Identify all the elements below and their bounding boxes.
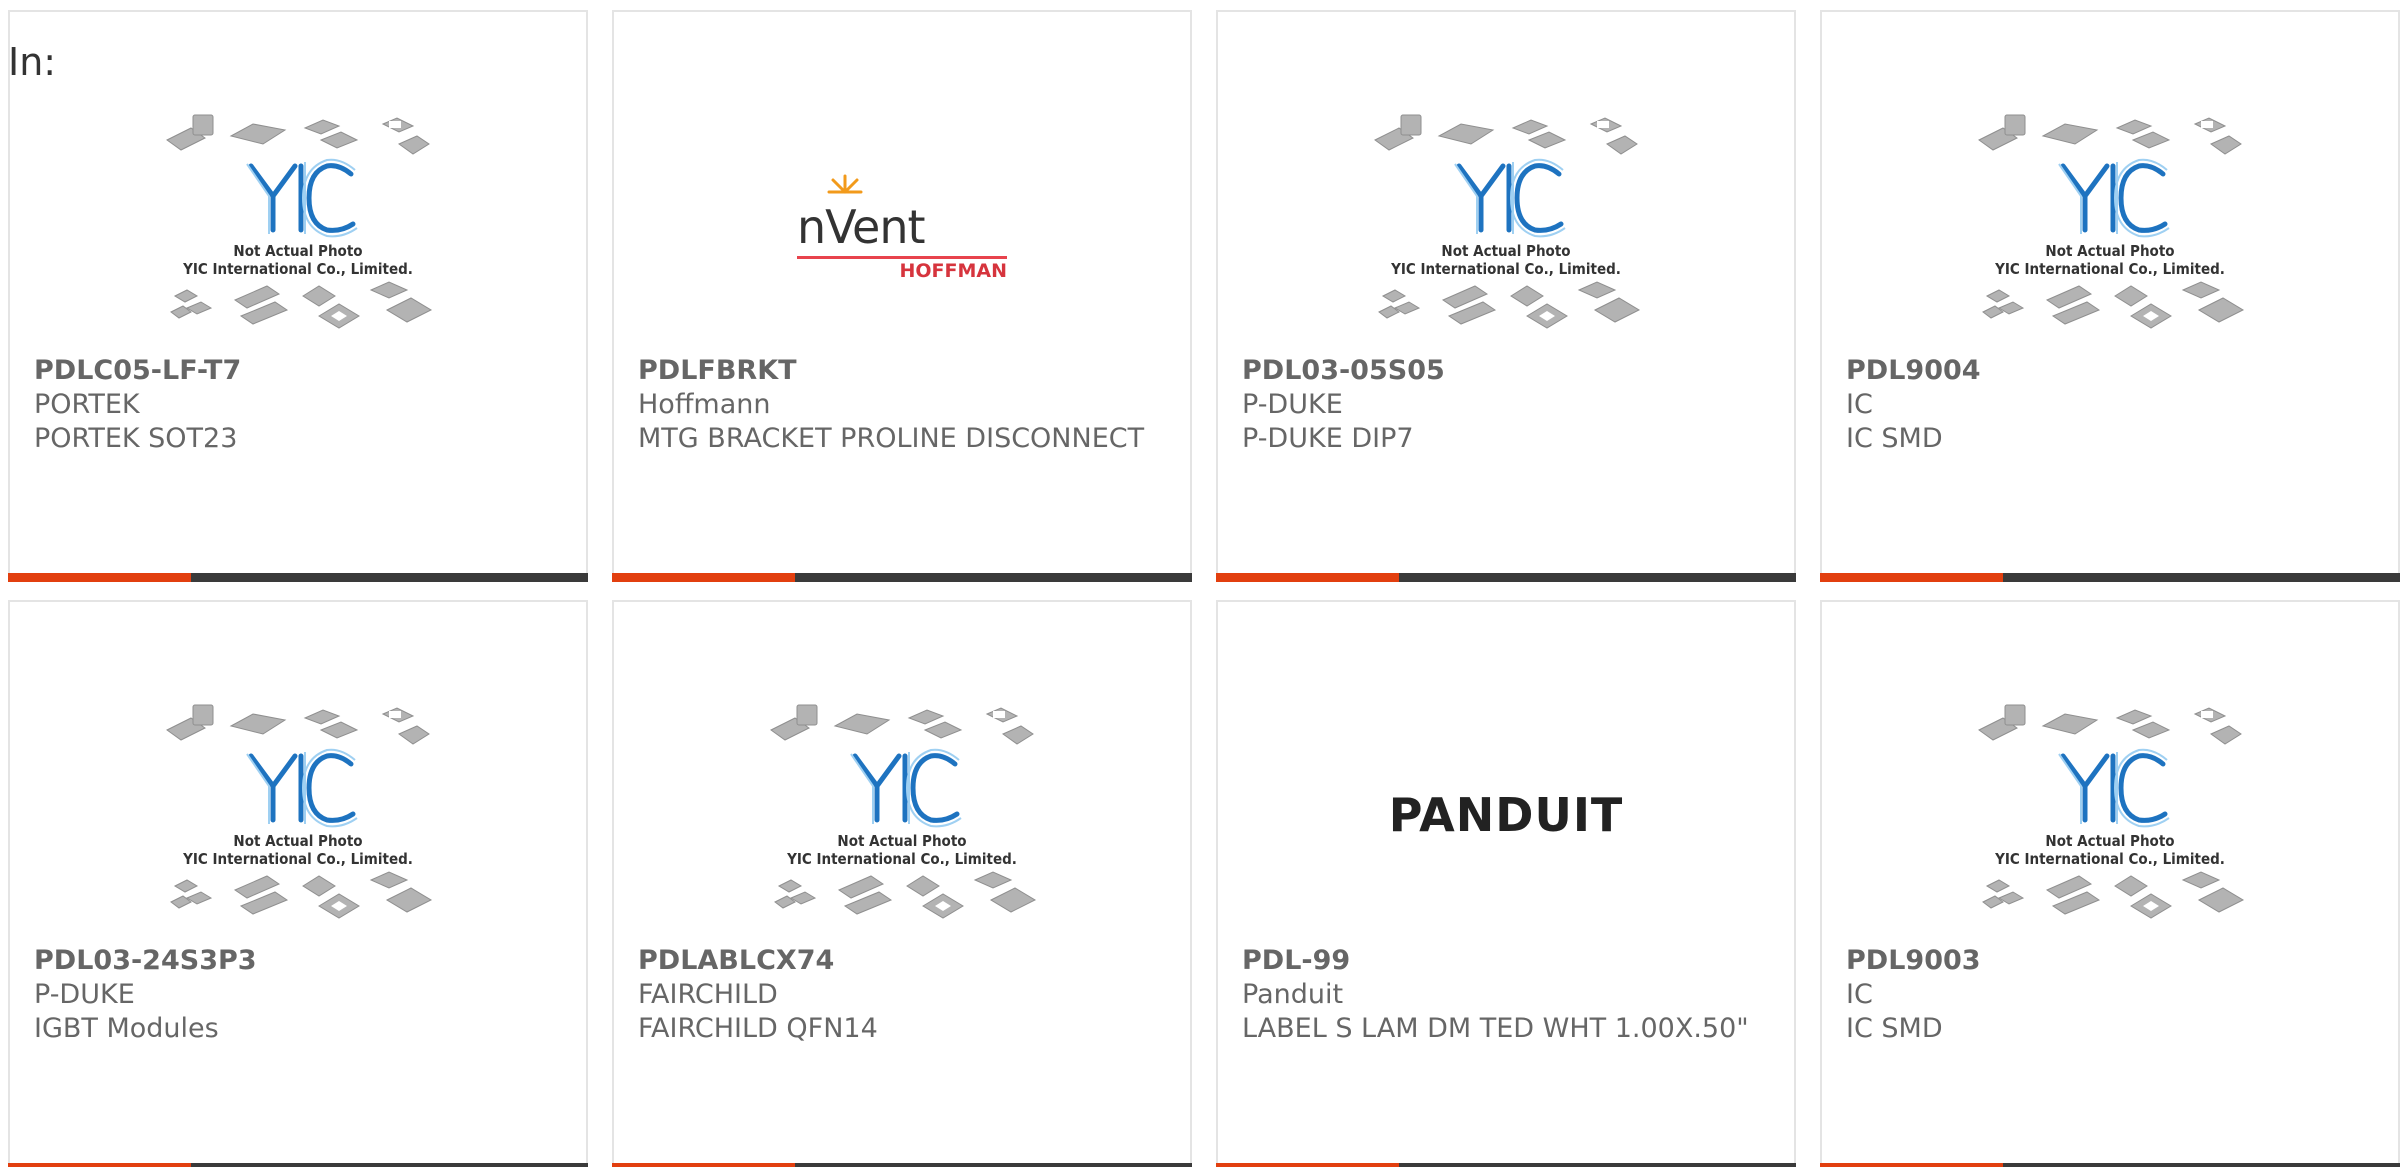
card-bottom-bar [1216, 1163, 1796, 1167]
manufacturer: P-DUKE [34, 979, 135, 1010]
manufacturer: P-DUKE [1242, 389, 1343, 420]
product-info: PDL9004 IC IC SMD [1846, 354, 2378, 456]
part-number[interactable]: PDL03-24S3P3 [34, 944, 566, 978]
placeholder-line2: YIC International Co., Limited. [1995, 850, 2225, 868]
description: IGBT Modules [34, 1013, 219, 1044]
placeholder-line2: YIC International Co., Limited. [183, 850, 413, 868]
manufacturer: IC [1846, 979, 1873, 1010]
placeholder-line2: YIC International Co., Limited. [1391, 260, 1621, 278]
yic-placeholder-image: Not Actual Photo YIC International Co., … [163, 100, 433, 350]
product-image[interactable]: Not Actual Photo YIC International Co., … [1822, 100, 2398, 350]
in-label: In: [8, 40, 57, 84]
product-info: PDLFBRKT Hoffmann MTG BRACKET PROLINE DISC… [638, 354, 1170, 456]
card-accent-bar [612, 573, 795, 582]
card-bottom-bar [8, 1163, 588, 1167]
placeholder-line1: Not Actual Photo [233, 242, 363, 260]
part-number[interactable]: PDLFBRKT [638, 354, 1170, 388]
card-accent-bar [1216, 1163, 1399, 1167]
hoffman-wordmark: HOFFMAN [899, 260, 1007, 282]
yic-placeholder-image: Not Actual Photo YIC International Co., … [767, 690, 1037, 940]
product-info: PDL-99 Panduit LABEL S LAM DM TED WHT 1.00… [1242, 944, 1774, 1046]
product-card[interactable]: Not Actual Photo YIC International Co., … [8, 10, 588, 582]
placeholder-line1: Not Actual Photo [2045, 242, 2175, 260]
description: FAIRCHILD QFN14 [638, 1013, 878, 1044]
nvent-hoffman-logo: nVent HOFFMAN [797, 170, 1007, 282]
yic-placeholder-image: Not Actual Photo YIC International Co., … [1975, 690, 2245, 940]
product-info: PDL03-24S3P3 P-DUKE IGBT Modules [34, 944, 566, 1046]
card-accent-bar [612, 1163, 795, 1167]
manufacturer: FAIRCHILD [638, 979, 778, 1010]
card-bottom-bar [8, 573, 588, 582]
placeholder-line2: YIC International Co., Limited. [787, 850, 1017, 868]
description: IC SMD [1846, 423, 1943, 454]
product-image[interactable]: Not Actual Photo YIC International Co., … [1822, 690, 2398, 940]
card-bottom-bar [612, 1163, 1192, 1167]
manufacturer: PORTEK [34, 389, 140, 420]
card-accent-bar [8, 1163, 191, 1167]
nvent-wordmark: nVent [797, 200, 926, 254]
part-number[interactable]: PDLC05-LF-T7 [34, 354, 566, 388]
part-number[interactable]: PDLABLCX74 [638, 944, 1170, 978]
placeholder-line2: YIC International Co., Limited. [183, 260, 413, 278]
yic-placeholder-image: Not Actual Photo YIC International Co., … [163, 690, 433, 940]
product-info: PDLABLCX74 FAIRCHILD FAIRCHILD QFN14 [638, 944, 1170, 1046]
card-bottom-bar [1820, 573, 2400, 582]
product-image[interactable]: PANDUIT [1218, 690, 1794, 940]
product-card[interactable]: nVent HOFFMAN PDLFBRKT Hoffmann MTG BRACKE… [612, 10, 1192, 582]
card-bottom-bar [612, 573, 1192, 582]
product-image[interactable]: Not Actual Photo YIC International Co., … [10, 690, 586, 940]
card-accent-bar [1820, 1163, 2003, 1167]
product-card[interactable]: Not Actual Photo YIC International Co., … [8, 600, 588, 1167]
placeholder-line1: Not Actual Photo [1441, 242, 1571, 260]
nvent-divider [797, 256, 1007, 259]
card-bottom-bar [1820, 1163, 2400, 1167]
placeholder-line2: YIC International Co., Limited. [1995, 260, 2225, 278]
description: IC SMD [1846, 1013, 1943, 1044]
description: MTG BRACKET PROLINE DISCONNECT [638, 423, 1145, 454]
part-number[interactable]: PDL9004 [1846, 354, 2378, 388]
manufacturer: Panduit [1242, 979, 1344, 1010]
product-image[interactable]: Not Actual Photo YIC International Co., … [10, 100, 586, 350]
product-info: PDL9003 IC IC SMD [1846, 944, 2378, 1046]
product-card[interactable]: PANDUIT PDL-99 Panduit LABEL S LAM DM TED … [1216, 600, 1796, 1167]
product-image[interactable]: Not Actual Photo YIC International Co., … [1218, 100, 1794, 350]
description: P-DUKE DIP7 [1242, 423, 1414, 454]
part-number[interactable]: PDL-99 [1242, 944, 1774, 978]
part-number[interactable]: PDL03-05S05 [1242, 354, 1774, 388]
yic-placeholder-image: Not Actual Photo YIC International Co., … [1371, 100, 1641, 350]
card-accent-bar [8, 573, 191, 582]
part-number[interactable]: PDL9003 [1846, 944, 2378, 978]
card-accent-bar [1820, 573, 2003, 582]
product-card[interactable]: Not Actual Photo YIC International Co., … [1820, 10, 2400, 582]
placeholder-line1: Not Actual Photo [2045, 832, 2175, 850]
product-card[interactable]: Not Actual Photo YIC International Co., … [1820, 600, 2400, 1167]
manufacturer: IC [1846, 389, 1873, 420]
product-image[interactable]: nVent HOFFMAN [614, 100, 1190, 350]
product-card[interactable]: Not Actual Photo YIC International Co., … [612, 600, 1192, 1167]
placeholder-line1: Not Actual Photo [233, 832, 363, 850]
product-card[interactable]: Not Actual Photo YIC International Co., … [1216, 10, 1796, 582]
description: PORTEK SOT23 [34, 423, 238, 454]
placeholder-line1: Not Actual Photo [837, 832, 967, 850]
product-info: PDL03-05S05 P-DUKE P-DUKE DIP7 [1242, 354, 1774, 456]
manufacturer: Hoffmann [638, 389, 771, 420]
card-accent-bar [1216, 573, 1399, 582]
card-bottom-bar [1216, 573, 1796, 582]
product-info: PDLC05-LF-T7 PORTEK PORTEK SOT23 [34, 354, 566, 456]
product-image[interactable]: Not Actual Photo YIC International Co., … [614, 690, 1190, 940]
yic-placeholder-image: Not Actual Photo YIC International Co., … [1975, 100, 2245, 350]
description: LABEL S LAM DM TED WHT 1.00X.50" [1242, 1013, 1749, 1044]
panduit-logo: PANDUIT [1388, 788, 1624, 842]
